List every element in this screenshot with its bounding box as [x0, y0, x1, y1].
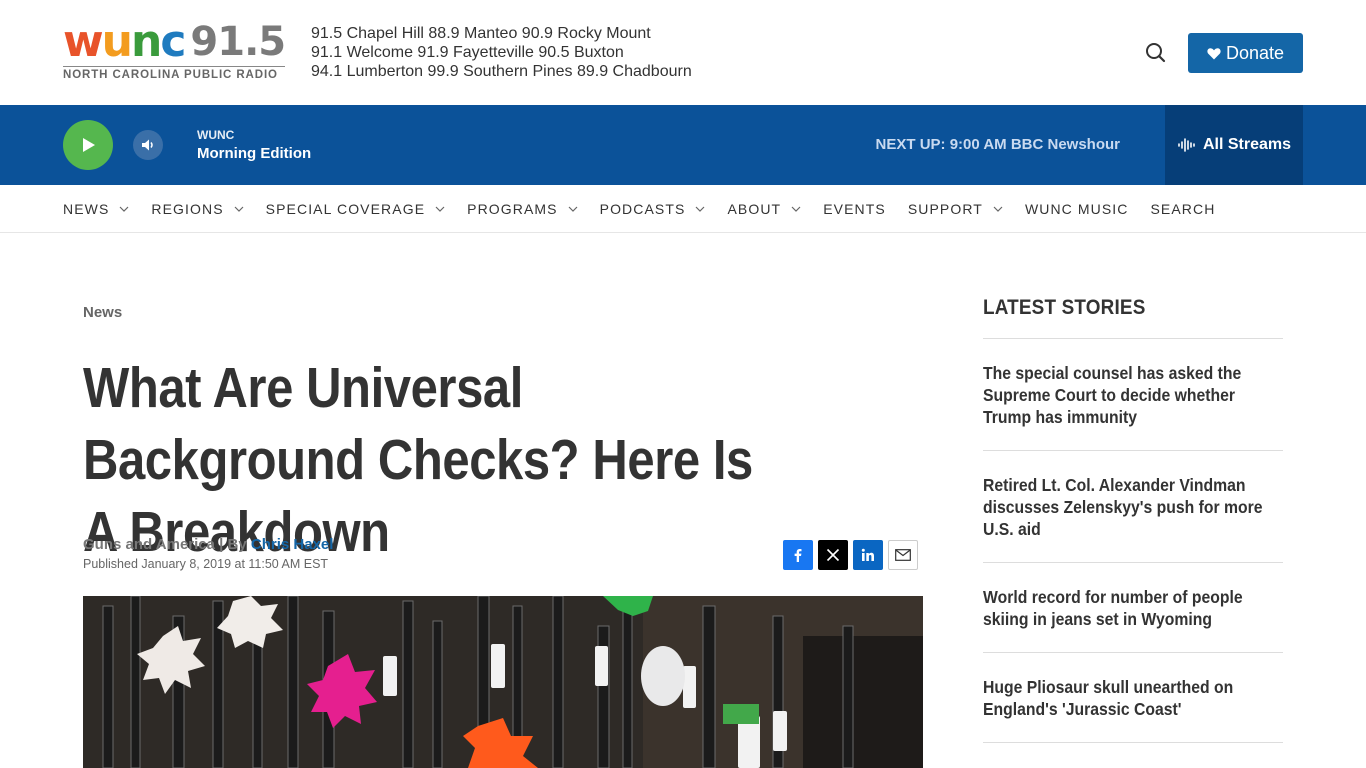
audio-wave-icon [1178, 138, 1195, 152]
share-email-button[interactable] [888, 540, 918, 570]
logo-letter-w: w [63, 16, 104, 67]
linkedin-icon [861, 548, 874, 561]
play-icon [83, 138, 95, 152]
nav-item-about[interactable]: ABOUT [727, 201, 801, 217]
nav-item-programs[interactable]: PROGRAMS [467, 200, 578, 217]
article-section-link[interactable]: News [83, 304, 122, 321]
site-header: wunc 91.5 NORTH CAROLINA PUBLIC RADIO 91… [0, 0, 1366, 105]
chevron-down-icon[interactable] [568, 206, 578, 212]
logo-letter-c: c [160, 16, 186, 67]
story-headline: Huge Pliosaur skull unearthed on England… [983, 677, 1234, 719]
donate-button[interactable]: Donate [1188, 33, 1303, 73]
nav-item-special-coverage[interactable]: SPECIAL COVERAGE [266, 201, 445, 217]
byline-source: Guns and America [83, 536, 215, 553]
donate-label: Donate [1225, 42, 1285, 63]
volume-icon [142, 139, 153, 151]
logo-mark: wunc 91.5 [63, 19, 286, 65]
search-icon [1146, 43, 1166, 63]
share-buttons [783, 540, 918, 570]
search-button[interactable] [1143, 40, 1169, 66]
nav-item-label: SUPPORT [907, 200, 983, 217]
latest-story-item[interactable]: The special counsel has asked the Suprem… [983, 362, 1283, 451]
chevron-down-icon[interactable] [234, 206, 244, 212]
article-hero-image [83, 596, 923, 768]
logo-number: 91.5 [190, 19, 286, 65]
facebook-icon [794, 549, 802, 562]
play-button[interactable] [63, 120, 113, 170]
all-streams-button[interactable]: All Streams [1165, 105, 1303, 185]
x-icon [826, 548, 840, 562]
logo-subtitle: NORTH CAROLINA PUBLIC RADIO [63, 66, 285, 81]
latest-story-item[interactable]: Huge Pliosaur skull unearthed on England… [983, 676, 1283, 743]
frequency-line: 91.5 Chapel Hill 88.9 Manteo 90.9 Rocky … [311, 25, 651, 42]
article-byline: Guns and America | By Chris Haxel [83, 536, 333, 553]
frequency-line: 91.1 Welcome 91.9 Fayetteville 90.5 Buxt… [311, 44, 624, 61]
station-name: WUNC [197, 128, 235, 142]
nav-item-regions[interactable]: REGIONS [151, 200, 244, 217]
nav-list: NEWS REGIONS SPECIAL COVERAGE PROGRAMS PODCA… [63, 185, 1237, 232]
nav-item-search[interactable]: SEARCH [1150, 201, 1215, 217]
nav-item-wunc-music[interactable]: WUNC MUSIC [1025, 201, 1129, 217]
email-icon [895, 549, 911, 561]
chevron-down-icon[interactable] [695, 206, 705, 212]
nav-item-label: SPECIAL COVERAGE [265, 200, 426, 217]
divider [983, 338, 1283, 339]
next-up-text: NEXT UP: 9:00 AM BBC Newshour [875, 136, 1120, 153]
story-headline: World record for number of people skiing… [983, 587, 1243, 629]
story-headline: The special counsel has asked the Suprem… [983, 363, 1242, 427]
nav-item-label: SEARCH [1150, 200, 1216, 217]
chevron-down-icon[interactable] [791, 206, 801, 212]
story-headline: Retired Lt. Col. Alexander Vindman discu… [983, 475, 1263, 539]
audio-player-bar: WUNC Morning Edition NEXT UP: 9:00 AM BB… [0, 105, 1366, 185]
nav-item-label: WUNC MUSIC [1024, 200, 1129, 217]
heart-icon [1207, 47, 1221, 59]
nav-item-podcasts[interactable]: PODCASTS [600, 201, 706, 217]
chevron-down-icon[interactable] [119, 206, 129, 212]
frequency-line: 94.1 Lumberton 99.9 Southern Pines 89.9 … [311, 63, 692, 80]
volume-button[interactable] [133, 130, 163, 160]
all-streams-label: All Streams [1202, 136, 1292, 153]
share-x-button[interactable] [818, 540, 848, 570]
nav-item-label: PODCASTS [599, 200, 686, 217]
chevron-down-icon[interactable] [435, 206, 445, 212]
nav-item-label: NEWS [63, 200, 110, 217]
nav-item-label: REGIONS [151, 200, 224, 217]
share-facebook-button[interactable] [783, 540, 813, 570]
nav-item-news[interactable]: NEWS [63, 201, 129, 217]
logo-letter-u: u [101, 16, 133, 67]
nav-item-support[interactable]: SUPPORT [908, 201, 1003, 217]
gun-show-photo [83, 596, 923, 768]
chevron-down-icon[interactable] [993, 206, 1003, 212]
nav-item-events[interactable]: EVENTS [823, 201, 886, 217]
now-playing: WUNC Morning Edition [197, 128, 311, 164]
latest-story-item[interactable]: World record for number of people skiing… [983, 586, 1283, 653]
main-navigation: NEWS REGIONS SPECIAL COVERAGE PROGRAMS PODCA… [0, 185, 1366, 233]
nav-item-label: PROGRAMS [467, 200, 558, 217]
nav-item-label: ABOUT [727, 200, 782, 217]
byline-by: | By [214, 536, 251, 553]
site-logo[interactable]: wunc 91.5 NORTH CAROLINA PUBLIC RADIO [63, 19, 286, 84]
nav-item-label: EVENTS [823, 200, 886, 217]
latest-story-item[interactable]: Retired Lt. Col. Alexander Vindman discu… [983, 474, 1283, 563]
share-linkedin-button[interactable] [853, 540, 883, 570]
station-frequencies: 91.5 Chapel Hill 88.9 Manteo 90.9 Rocky … [311, 24, 692, 81]
logo-letter-n: n [130, 16, 162, 67]
publish-date: Published January 8, 2019 at 11:50 AM ES… [83, 557, 329, 571]
logo-wordmark: wunc [63, 20, 186, 64]
author-link[interactable]: Chris Haxel [251, 536, 334, 553]
show-name: Morning Edition [197, 145, 312, 162]
latest-stories-title: LATEST STORIES [983, 296, 1146, 319]
